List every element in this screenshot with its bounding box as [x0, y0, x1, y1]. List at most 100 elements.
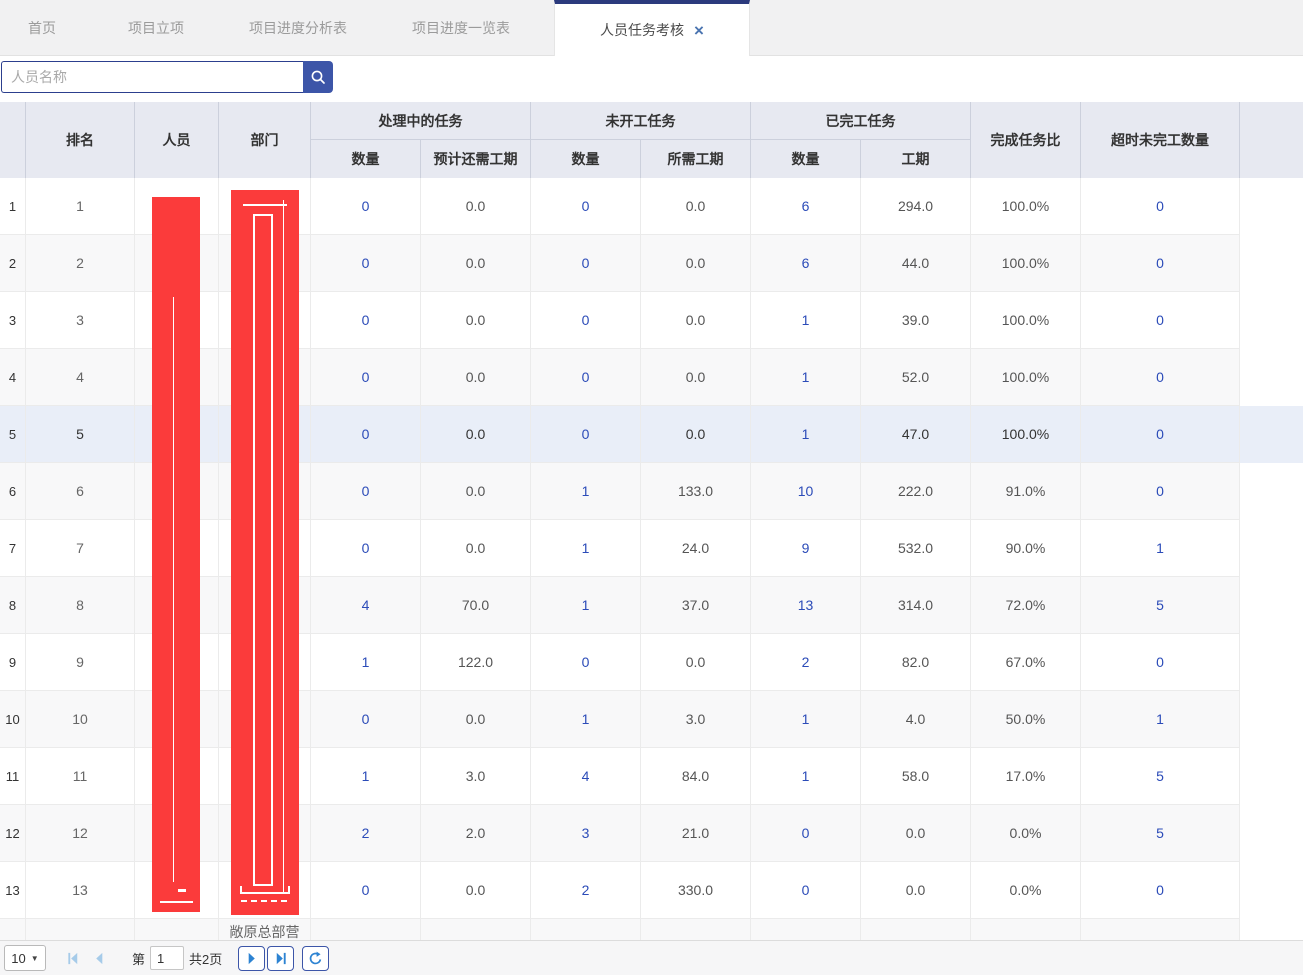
cell-overdue[interactable] — [1081, 919, 1240, 940]
row-filler — [1240, 178, 1303, 235]
refresh-button[interactable] — [302, 946, 329, 971]
cell-completed-count[interactable]: 9 — [751, 520, 861, 577]
tab-home[interactable]: 首页 — [0, 0, 84, 55]
cell-not-started-count[interactable]: 0 — [531, 235, 641, 292]
cell-not-started-count[interactable]: 2 — [531, 862, 641, 919]
cell-not-started-count[interactable]: 0 — [531, 406, 641, 463]
cell-completed-count[interactable]: 0 — [751, 805, 861, 862]
close-icon[interactable]: × — [694, 22, 704, 39]
cell-overdue[interactable]: 5 — [1081, 748, 1240, 805]
cell-overdue[interactable]: 0 — [1081, 292, 1240, 349]
first-page-button[interactable] — [62, 946, 84, 970]
cell-completed-count[interactable]: 1 — [751, 691, 861, 748]
cell-not-started-count[interactable]: 3 — [531, 805, 641, 862]
cell-not-started-duration: 330.0 — [641, 862, 751, 919]
caret-down-icon: ▼ — [31, 954, 39, 963]
cell-completed-count[interactable]: 6 — [751, 178, 861, 235]
cell-not-started-count[interactable]: 0 — [531, 634, 641, 691]
cell-in-progress-count[interactable]: 0 — [311, 178, 421, 235]
cell-completed-count[interactable]: 0 — [751, 862, 861, 919]
cell-in-progress-count[interactable]: 0 — [311, 691, 421, 748]
row-filler — [1240, 748, 1303, 805]
cell-in-progress-count[interactable]: 1 — [311, 634, 421, 691]
cell-in-progress-count[interactable]: 0 — [311, 406, 421, 463]
search-button[interactable] — [303, 61, 333, 93]
header-person: 人员 — [135, 102, 219, 178]
header-index — [0, 102, 26, 178]
header-completed-duration: 工期 — [861, 140, 971, 178]
cell-overdue[interactable]: 0 — [1081, 178, 1240, 235]
search-input[interactable] — [1, 61, 303, 93]
cell-completed-duration: 294.0 — [861, 178, 971, 235]
cell-not-started-count[interactable]: 1 — [531, 691, 641, 748]
tab-project-progress-overview[interactable]: 项目进度一览表 — [368, 0, 554, 55]
cell-in-progress-count[interactable]: 4 — [311, 577, 421, 634]
cell-completed-count[interactable]: 1 — [751, 748, 861, 805]
cell-completed-count[interactable]: 13 — [751, 577, 861, 634]
cell-completed-duration: 222.0 — [861, 463, 971, 520]
cell-not-started-duration: 84.0 — [641, 748, 751, 805]
cell-completed-count[interactable]: 1 — [751, 406, 861, 463]
cell-overdue[interactable]: 0 — [1081, 862, 1240, 919]
cell-overdue[interactable]: 0 — [1081, 349, 1240, 406]
tab-personnel-task-assessment[interactable]: 人员任务考核 × — [554, 0, 750, 56]
cell-overdue[interactable]: 5 — [1081, 805, 1240, 862]
cell-in-progress-count[interactable]: 0 — [311, 463, 421, 520]
cell-index: 7 — [0, 520, 26, 577]
tab-project-initiation[interactable]: 项目立项 — [84, 0, 228, 55]
cell-completed-count[interactable]: 1 — [751, 292, 861, 349]
cell-index: 13 — [0, 862, 26, 919]
cell-completion-ratio: 100.0% — [971, 235, 1081, 292]
cell-in-progress-count[interactable]: 0 — [311, 292, 421, 349]
cell-overdue[interactable]: 0 — [1081, 463, 1240, 520]
cell-completion-ratio: 0.0% — [971, 805, 1081, 862]
cell-overdue[interactable]: 5 — [1081, 577, 1240, 634]
cell-not-started-count[interactable]: 1 — [531, 463, 641, 520]
cell-not-started-count[interactable]: 1 — [531, 577, 641, 634]
cell-completion-ratio: 67.0% — [971, 634, 1081, 691]
cell-not-started-count[interactable] — [531, 919, 641, 940]
cell-overdue[interactable]: 0 — [1081, 634, 1240, 691]
cell-completed-count[interactable]: 6 — [751, 235, 861, 292]
cell-index: 11 — [0, 748, 26, 805]
cell-in-progress-count[interactable]: 1 — [311, 748, 421, 805]
cell-in-progress-count[interactable]: 0 — [311, 235, 421, 292]
cell-not-started-count[interactable]: 1 — [531, 520, 641, 577]
cell-not-started-count[interactable]: 0 — [531, 292, 641, 349]
cell-completed-count[interactable] — [751, 919, 861, 940]
cell-completed-count[interactable]: 2 — [751, 634, 861, 691]
cell-in-progress-count[interactable]: 0 — [311, 349, 421, 406]
cell-overdue[interactable]: 1 — [1081, 691, 1240, 748]
page-input[interactable] — [150, 946, 184, 970]
cell-overdue[interactable]: 1 — [1081, 520, 1240, 577]
cell-overdue[interactable]: 0 — [1081, 235, 1240, 292]
cell-in-progress-count[interactable]: 2 — [311, 805, 421, 862]
cell-not-started-count[interactable]: 0 — [531, 178, 641, 235]
cell-in-progress-duration: 0.0 — [421, 862, 531, 919]
header-group-in-progress: 处理中的任务 数量 预计还需工期 — [311, 102, 531, 178]
cell-not-started-duration: 133.0 — [641, 463, 751, 520]
page-size-select[interactable]: 10 ▼ — [4, 945, 46, 971]
last-page-button[interactable] — [267, 946, 294, 971]
cell-not-started-count[interactable]: 4 — [531, 748, 641, 805]
cell-completion-ratio — [971, 919, 1081, 940]
cell-in-progress-count[interactable]: 0 — [311, 520, 421, 577]
cell-in-progress-count[interactable] — [311, 919, 421, 940]
tab-label: 项目立项 — [128, 18, 184, 38]
cell-in-progress-count[interactable]: 0 — [311, 862, 421, 919]
cell-not-started-duration: 24.0 — [641, 520, 751, 577]
cell-not-started-duration: 21.0 — [641, 805, 751, 862]
header-in-progress-duration: 预计还需工期 — [421, 140, 531, 178]
cell-completed-count[interactable]: 10 — [751, 463, 861, 520]
cell-rank: 12 — [26, 805, 135, 862]
cell-overdue[interactable]: 0 — [1081, 406, 1240, 463]
cell-not-started-count[interactable]: 0 — [531, 349, 641, 406]
cell-rank: 1 — [26, 178, 135, 235]
cell-completion-ratio: 100.0% — [971, 292, 1081, 349]
last-page-icon — [273, 951, 288, 966]
next-page-button[interactable] — [238, 946, 265, 971]
prev-page-button[interactable] — [88, 946, 110, 970]
table-row-partial[interactable]: 敞原总部营 — [0, 919, 1303, 940]
tab-project-progress-analysis[interactable]: 项目进度分析表 — [228, 0, 368, 55]
cell-completed-count[interactable]: 1 — [751, 349, 861, 406]
